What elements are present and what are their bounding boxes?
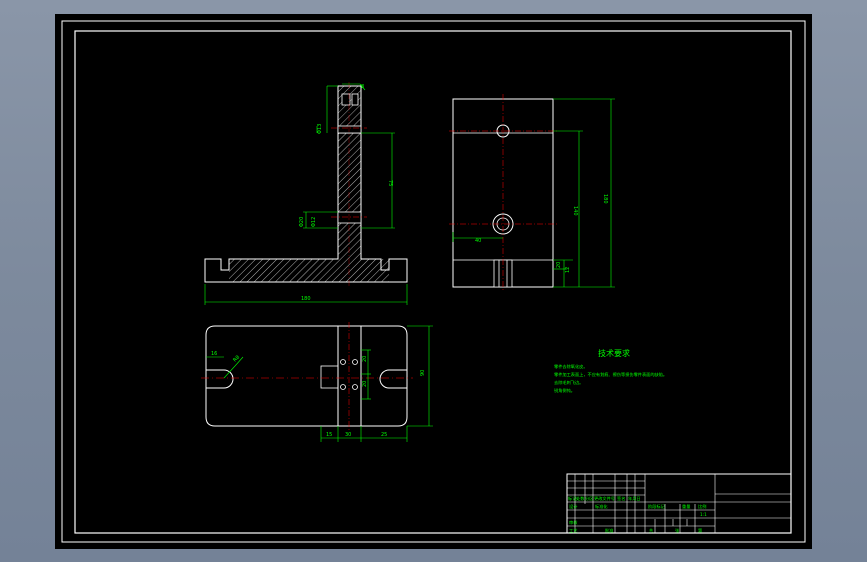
top-outline	[205, 325, 408, 427]
tb-page-label: 第	[698, 527, 702, 534]
inner-frame	[74, 30, 792, 534]
tech-req-line-4: 锐角倒钝。	[554, 387, 575, 394]
dim-front-hole-top: Φ13	[317, 124, 323, 134]
tb-scale-value: 1:1	[700, 512, 707, 517]
dim-front-height: 75	[387, 180, 393, 186]
dim-top-spacing-2: 20	[362, 381, 368, 387]
dim-top-bottom-2: 30	[345, 432, 351, 438]
drawing-canvas: 180 75 Φ13 Φ20 Φ12 8 180 140 20 12 40 90…	[61, 20, 806, 543]
tech-req-line-1: 零件去除氧化皮。	[554, 363, 588, 370]
front-view[interactable]: 180 75 Φ13 Φ20 Φ12 8	[204, 82, 408, 305]
tb-process-label: 工艺	[569, 528, 577, 533]
top-view[interactable]: 90 15 30 25 20 20 16 R8	[201, 322, 433, 442]
dim-front-slot-width: 8	[361, 84, 364, 90]
dim-top-slot-w: 16	[211, 351, 217, 357]
tb-row-label-6: 年月日	[628, 495, 641, 502]
tb-design-label: 设计	[569, 503, 577, 510]
dim-side-height-hole: 140	[572, 206, 578, 216]
dim-side-h1: 20	[556, 262, 562, 268]
tb-standard-label: 标准化	[595, 503, 608, 510]
dim-side-h2: 12	[565, 267, 571, 273]
dim-top-bottom-1: 15	[326, 432, 332, 438]
tb-row-label-5: 签名	[617, 495, 625, 502]
outer-frame	[61, 20, 806, 543]
tech-req-line-2: 零件加工表面上，不应有划痕、擦伤等损伤零件表面的缺陷。	[554, 371, 667, 378]
tb-approve-label: 批准	[605, 527, 613, 534]
dim-front-width: 180	[301, 296, 311, 302]
front-hatch	[229, 133, 389, 282]
dim-front-hole-bottom-inner: Φ12	[311, 217, 317, 227]
dim-top-spacing-1: 20	[362, 356, 368, 362]
tb-row-label-2: 处数	[576, 495, 585, 502]
dim-top-bottom-3: 25	[381, 432, 387, 438]
dim-side-height-total: 180	[602, 194, 608, 204]
tb-scale-label: 比例	[698, 503, 706, 510]
tb-row-label-4: 更改文件号	[594, 495, 615, 502]
tech-req-title: 技术要求	[598, 348, 630, 358]
title-block[interactable]: 标记 处数 分区 更改文件号 签名 年月日 设计 标准化 阶段标记 重量 比例 …	[566, 473, 792, 534]
dim-side-hole-offset: 40	[475, 238, 481, 244]
tb-weight-label: 重量	[682, 503, 690, 510]
tech-req-line-3: 去除毛刺飞边。	[554, 379, 583, 386]
tb-sheet-label: 共	[649, 527, 653, 534]
cad-viewport[interactable]: 180 75 Φ13 Φ20 Φ12 8 180 140 20 12 40 90…	[55, 14, 812, 549]
dim-top-depth: 90	[420, 370, 426, 376]
tb-review-label: 审核	[569, 519, 578, 526]
technical-requirements: 技术要求 零件去除氧化皮。 零件加工表面上，不应有划痕、擦伤等损伤零件表面的缺陷…	[554, 348, 667, 394]
tb-stage-label: 阶段标记	[648, 503, 666, 510]
dim-front-hole-bottom: Φ20	[299, 217, 305, 227]
dim-top-radius: R8	[232, 354, 241, 363]
side-view[interactable]: 180 140 20 12 40	[449, 94, 615, 292]
tb-row-label-3: 分区	[585, 495, 593, 502]
